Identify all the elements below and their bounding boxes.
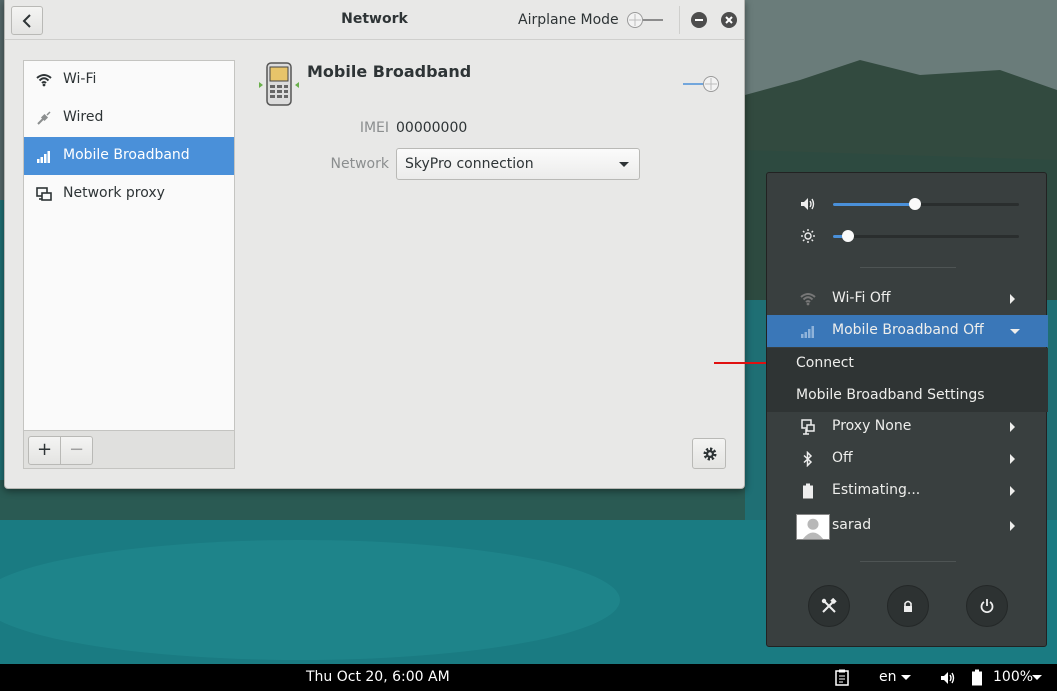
- menu-item-label: Proxy None: [832, 418, 912, 434]
- imei-label: IMEI: [359, 120, 389, 136]
- menu-separator: [860, 561, 956, 562]
- network-proxy-icon: [36, 187, 52, 201]
- menu-item-proxy[interactable]: Proxy None: [767, 411, 1048, 443]
- menu-item-label: Wi-Fi Off: [832, 290, 891, 306]
- minimize-button[interactable]: [691, 12, 707, 28]
- sidebar-item-label: Wi-Fi: [63, 71, 97, 87]
- volume-icon: [801, 198, 815, 210]
- menu-item-label: Estimating...: [832, 482, 921, 498]
- chevron-right-icon: [1010, 294, 1015, 304]
- battery-icon[interactable]: [971, 669, 983, 686]
- power-icon: [980, 599, 994, 613]
- airplane-mode-label: Airplane Mode: [518, 12, 619, 28]
- volume-slider-row: [767, 194, 1048, 214]
- minimize-icon: [695, 19, 703, 21]
- brightness-knob[interactable]: [842, 230, 854, 242]
- sidebar-item-mobile-broadband[interactable]: Mobile Broadband: [24, 137, 234, 175]
- volume-fill: [833, 203, 915, 206]
- close-button[interactable]: [721, 12, 737, 28]
- volume-knob[interactable]: [909, 198, 921, 210]
- imei-value: 00000000: [396, 120, 468, 136]
- clipboard-icon[interactable]: [834, 669, 850, 686]
- avatar: [796, 514, 830, 540]
- brightness-slider-row: [767, 226, 1048, 246]
- sidebar-item-wifi[interactable]: Wi-Fi: [24, 61, 234, 99]
- mobile-phone-icon: [259, 62, 299, 106]
- chevron-down-icon: [901, 675, 911, 680]
- lock-action-button[interactable]: [887, 585, 929, 627]
- wired-icon: [37, 111, 51, 125]
- device-settings-button[interactable]: [692, 438, 726, 469]
- connect-menu-item[interactable]: Connect: [796, 355, 854, 371]
- bluetooth-icon: [803, 451, 813, 467]
- mobile-broadband-switch[interactable]: [681, 75, 721, 93]
- lock-icon: [904, 600, 912, 612]
- settings-action-button[interactable]: [808, 585, 850, 627]
- chevron-right-icon: [1010, 422, 1015, 432]
- clock[interactable]: Thu Oct 20, 6:00 AM: [306, 669, 450, 685]
- gear-icon: [703, 447, 717, 461]
- chevron-right-icon: [1010, 454, 1015, 464]
- keyboard-layout-indicator[interactable]: en: [879, 669, 897, 685]
- sidebar-item-wired[interactable]: Wired: [24, 99, 234, 137]
- menu-separator: [860, 267, 956, 268]
- chevron-down-icon: [1032, 675, 1042, 680]
- device-list-toolbar: + −: [23, 430, 235, 469]
- system-status-menu: Wi-Fi Off Mobile Broadband Off Connect M…: [766, 172, 1048, 647]
- header-bar: Network Airplane Mode: [5, 0, 744, 40]
- menu-item-wifi[interactable]: Wi-Fi Off: [767, 283, 1048, 315]
- menu-item-mobile-broadband[interactable]: Mobile Broadband Off: [767, 315, 1048, 347]
- menu-item-label: sarad: [832, 517, 872, 533]
- sidebar-item-label: Mobile Broadband: [63, 147, 190, 163]
- chevron-down-icon: [1010, 329, 1020, 334]
- network-proxy-icon: [801, 419, 815, 435]
- add-device-button[interactable]: +: [28, 436, 61, 465]
- menu-item-label: Off: [832, 450, 853, 466]
- signal-bars-icon: [37, 151, 50, 163]
- mobile-broadband-submenu: Connect Mobile Broadband Settings: [767, 348, 1048, 412]
- network-settings-window: Network Airplane Mode Wi-Fi Wired Mobile…: [4, 0, 745, 489]
- top-bar: Thu Oct 20, 6:00 AM en 100%: [0, 664, 1057, 691]
- header-separator: [679, 6, 680, 34]
- menu-item-bluetooth[interactable]: Off: [767, 443, 1048, 475]
- chevron-right-icon: [1010, 486, 1015, 496]
- device-title: Mobile Broadband: [307, 62, 472, 81]
- mobile-broadband-settings-menu-item[interactable]: Mobile Broadband Settings: [796, 387, 985, 403]
- wifi-icon: [800, 293, 816, 306]
- sidebar-item-label: Wired: [63, 109, 104, 125]
- brightness-slider[interactable]: [833, 230, 1019, 242]
- wifi-icon: [36, 74, 52, 87]
- power-action-button[interactable]: [966, 585, 1008, 627]
- battery-percentage[interactable]: 100%: [993, 669, 1033, 685]
- volume-icon[interactable]: [940, 670, 956, 686]
- close-icon: [725, 16, 733, 24]
- sidebar-item-label: Network proxy: [63, 185, 165, 201]
- settings-icon: [821, 598, 837, 613]
- sidebar-item-network-proxy[interactable]: Network proxy: [24, 175, 234, 213]
- menu-item-battery[interactable]: Estimating...: [767, 475, 1048, 507]
- menu-item-label: Mobile Broadband Off: [832, 322, 984, 338]
- network-select[interactable]: SkyPro connection: [396, 148, 640, 180]
- chevron-down-icon: [619, 162, 629, 167]
- network-label: Network: [330, 156, 389, 172]
- battery-icon: [803, 483, 813, 499]
- airplane-mode-switch[interactable]: [625, 11, 665, 29]
- volume-slider[interactable]: [833, 198, 1019, 210]
- brightness-icon: [801, 229, 815, 243]
- remove-device-button[interactable]: −: [60, 436, 93, 465]
- chevron-right-icon: [1010, 521, 1015, 531]
- device-list: Wi-Fi Wired Mobile Broadband Network pro…: [23, 60, 235, 430]
- network-select-value: SkyPro connection: [405, 156, 534, 172]
- signal-bars-icon: [801, 326, 814, 338]
